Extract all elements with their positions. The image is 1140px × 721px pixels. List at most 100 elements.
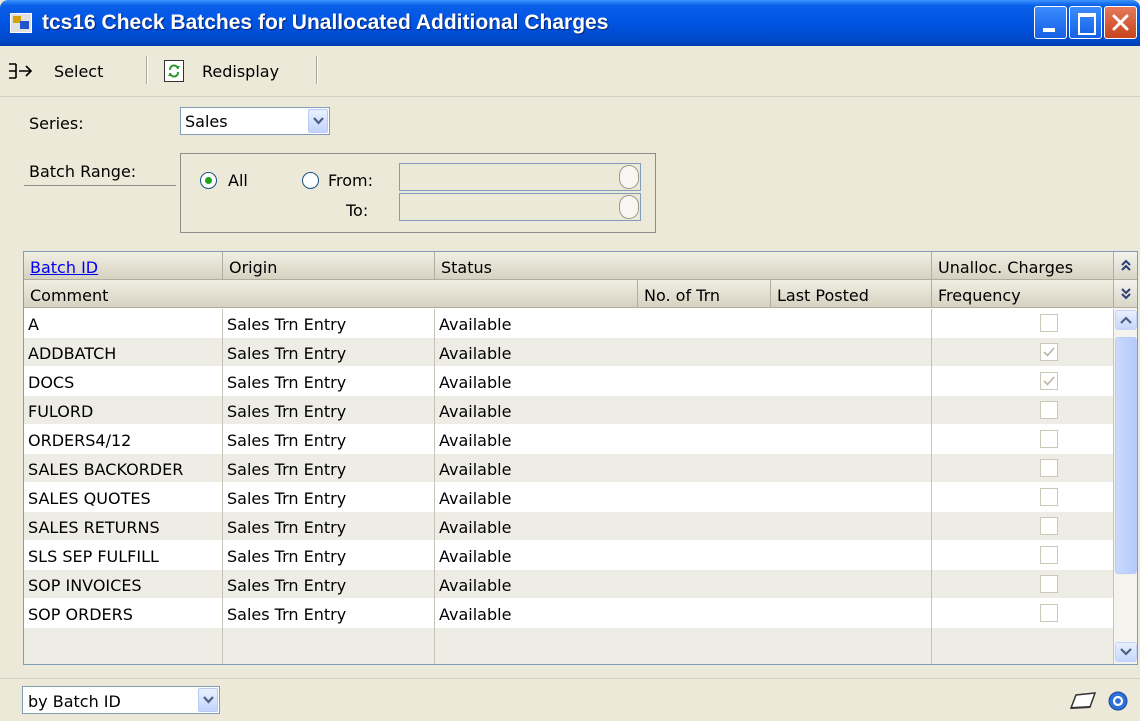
from-label: From: [328, 171, 374, 190]
cell-status: Available [435, 512, 932, 541]
unalloc-checkbox[interactable] [1040, 401, 1058, 419]
series-label: Series: [29, 114, 84, 133]
column-header-batch-id[interactable]: Batch ID [24, 252, 223, 280]
cell-origin: Sales Trn Entry [223, 512, 435, 541]
cell-status: Available [435, 338, 932, 367]
select-button[interactable]: Select [8, 59, 103, 83]
chevron-down-icon[interactable] [198, 688, 218, 712]
empty-cell [24, 628, 223, 664]
cell-unalloc [932, 425, 1114, 454]
table-row[interactable]: SALES RETURNS Sales Trn Entry Available [24, 512, 1114, 541]
cell-batch-id: SOP INVOICES [24, 570, 223, 599]
unalloc-checkbox[interactable] [1040, 430, 1058, 448]
window-title: tcs16 Check Batches for Unallocated Addi… [42, 11, 609, 34]
expand-rows-button[interactable] [1114, 280, 1137, 308]
chevron-up-icon [1120, 316, 1132, 324]
table-row[interactable]: SLS SEP FULFILL Sales Trn Entry Available [24, 541, 1114, 570]
table-row[interactable]: SOP ORDERS Sales Trn Entry Available [24, 599, 1114, 628]
toolbar-divider [146, 56, 148, 84]
lookup-icon[interactable] [619, 195, 639, 219]
table-row[interactable]: SALES BACKORDER Sales Trn Entry Available [24, 454, 1114, 483]
unalloc-checkbox[interactable] [1040, 604, 1058, 622]
to-input[interactable] [399, 193, 641, 221]
column-header-frequency[interactable]: Frequency [932, 280, 1114, 308]
empty-cell [223, 628, 435, 664]
cell-status: Available [435, 396, 932, 425]
table-row[interactable]: A Sales Trn Entry Available [24, 309, 1114, 338]
empty-row[interactable] [24, 628, 1114, 664]
cell-status: Available [435, 367, 932, 396]
unalloc-checkbox[interactable] [1040, 459, 1058, 477]
unalloc-checkbox[interactable] [1040, 546, 1058, 564]
table-row[interactable]: DOCS Sales Trn Entry Available [24, 367, 1114, 396]
vertical-scrollbar[interactable] [1114, 308, 1137, 664]
scroll-thumb[interactable] [1115, 337, 1137, 574]
scroll-up-button[interactable] [1115, 310, 1137, 330]
double-chevron-up-icon [1121, 259, 1131, 271]
cell-status: Available [435, 599, 932, 628]
help-icon[interactable] [1107, 690, 1129, 712]
radio-from[interactable] [302, 172, 319, 189]
lookup-icon[interactable] [619, 165, 639, 189]
table-row[interactable]: SALES QUOTES Sales Trn Entry Available [24, 483, 1114, 512]
chevron-down-icon[interactable] [308, 109, 328, 133]
cell-status: Available [435, 454, 932, 483]
redisplay-label: Redisplay [202, 61, 280, 81]
cell-unalloc [932, 570, 1114, 599]
cell-origin: Sales Trn Entry [223, 425, 435, 454]
empty-cell [932, 628, 1114, 664]
select-label: Select [54, 61, 104, 81]
cell-unalloc [932, 512, 1114, 541]
unalloc-checkbox[interactable] [1040, 488, 1058, 506]
radio-all[interactable] [200, 172, 217, 189]
close-icon [1112, 14, 1129, 31]
chevron-down-icon [1120, 648, 1132, 656]
cell-status: Available [435, 541, 932, 570]
cell-unalloc [932, 367, 1114, 396]
cell-batch-id: SLS SEP FULFILL [24, 541, 223, 570]
cell-origin: Sales Trn Entry [223, 483, 435, 512]
unalloc-checkbox[interactable] [1040, 575, 1058, 593]
redisplay-button[interactable]: Redisplay [164, 59, 279, 83]
redisplay-icon [164, 60, 184, 82]
batch-grid: Batch ID Origin Status Unalloc. Charges … [23, 251, 1138, 665]
from-input[interactable] [399, 163, 641, 191]
table-row[interactable]: ORDERS4/12 Sales Trn Entry Available [24, 425, 1114, 454]
maximize-button[interactable] [1069, 6, 1102, 39]
sort-dropdown[interactable]: by Batch ID [22, 686, 220, 714]
cell-batch-id: SALES BACKORDER [24, 454, 223, 483]
column-header-last-posted[interactable]: Last Posted [771, 280, 932, 308]
to-label: To: [346, 201, 369, 220]
cell-origin: Sales Trn Entry [223, 570, 435, 599]
column-header-status[interactable]: Status [435, 252, 932, 280]
cell-status: Available [435, 483, 932, 512]
series-dropdown[interactable]: Sales [180, 107, 330, 135]
cell-unalloc [932, 396, 1114, 425]
minimize-button[interactable] [1034, 6, 1067, 39]
table-row[interactable]: SOP INVOICES Sales Trn Entry Available [24, 570, 1114, 599]
column-header-comment[interactable]: Comment [24, 280, 638, 308]
radio-all-label: All [228, 171, 248, 190]
cell-batch-id: DOCS [24, 367, 223, 396]
scroll-down-button[interactable] [1115, 642, 1137, 662]
unalloc-checkbox[interactable] [1040, 314, 1058, 332]
cell-batch-id: SALES QUOTES [24, 483, 223, 512]
cell-origin: Sales Trn Entry [223, 599, 435, 628]
table-row[interactable]: ADDBATCH Sales Trn Entry Available [24, 338, 1114, 367]
cell-unalloc [932, 454, 1114, 483]
cell-origin: Sales Trn Entry [223, 309, 435, 338]
close-button[interactable] [1104, 6, 1137, 39]
column-header-no-of-trn[interactable]: No. of Trn [638, 280, 771, 308]
unalloc-checkbox[interactable] [1040, 343, 1058, 361]
unalloc-checkbox[interactable] [1040, 372, 1058, 390]
unalloc-checkbox[interactable] [1040, 517, 1058, 535]
collapse-rows-button[interactable] [1114, 252, 1137, 280]
title-bar[interactable]: tcs16 Check Batches for Unallocated Addi… [0, 0, 1140, 46]
column-header-origin[interactable]: Origin [223, 252, 435, 280]
table-row[interactable]: FULORD Sales Trn Entry Available [24, 396, 1114, 425]
note-icon[interactable] [1068, 690, 1098, 712]
label-underline [24, 185, 176, 186]
cell-origin: Sales Trn Entry [223, 454, 435, 483]
column-header-unalloc-charges[interactable]: Unalloc. Charges [932, 252, 1114, 280]
cell-batch-id: FULORD [24, 396, 223, 425]
